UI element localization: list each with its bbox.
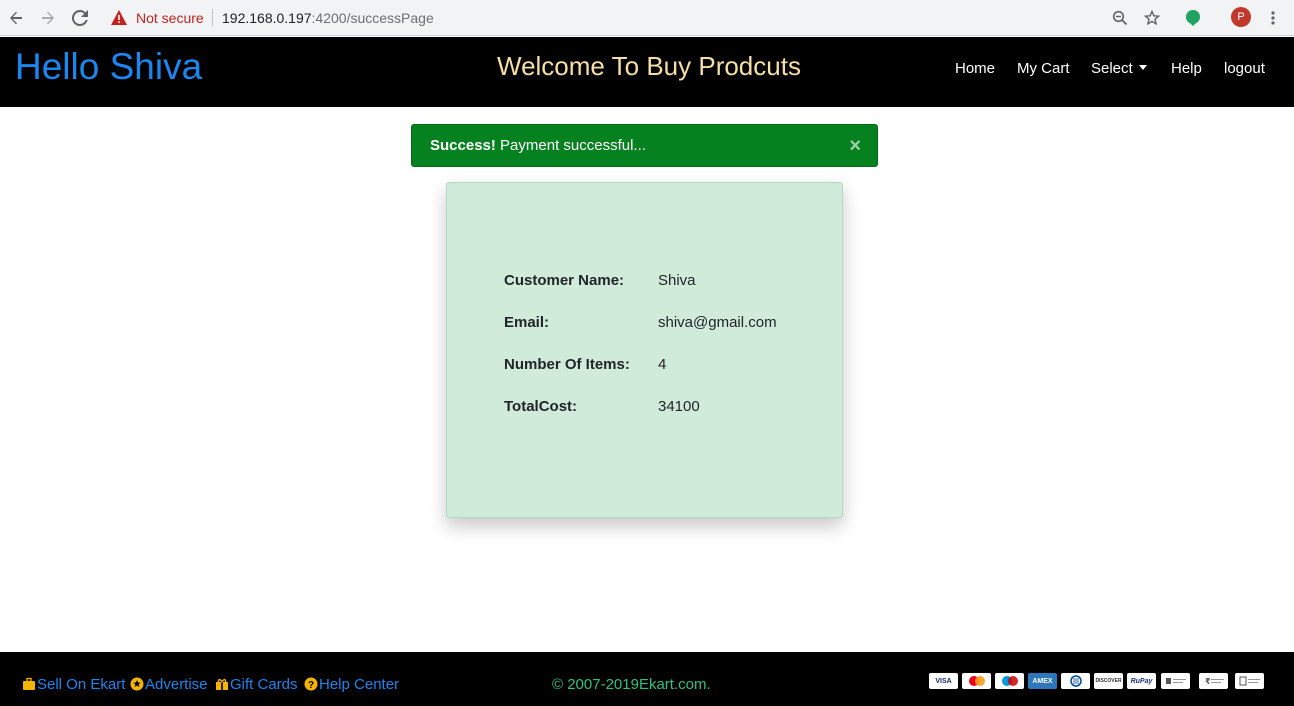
items-label: Number Of Items: (504, 356, 630, 373)
discover-card-icon: DISCOVER (1094, 673, 1123, 689)
address-bar[interactable]: 192.168.0.197:4200/successPage (222, 10, 434, 26)
url-host: 192.168.0.197 (222, 10, 312, 26)
alert-text: Payment successful... (500, 137, 646, 154)
caret-down-icon (1138, 65, 1147, 70)
url-path: :4200/successPage (311, 10, 434, 26)
profile-avatar[interactable]: P (1231, 7, 1251, 27)
email-value: shiva@gmail.com (658, 314, 777, 331)
svg-text:₹: ₹ (1205, 677, 1211, 686)
divider (212, 9, 213, 27)
footer-gift-label: Gift Cards (230, 676, 298, 693)
security-status[interactable]: Not secure (136, 10, 204, 26)
page-footer: Sell On Ekart Advertise Gift Cards ? Help… (0, 652, 1294, 706)
diners-club-icon (1061, 673, 1090, 689)
briefcase-icon (23, 677, 35, 690)
close-icon[interactable]: × (849, 135, 861, 158)
welcome-heading: Welcome To Buy Prodcuts (497, 51, 801, 81)
footer-help-label: Help Center (319, 676, 400, 693)
footer-sell-link[interactable]: Sell On Ekart (22, 676, 125, 693)
nav-logout[interactable]: logout (1224, 60, 1265, 77)
rupay-card-icon: RuPay (1127, 673, 1156, 689)
customer-name-value: Shiva (658, 272, 696, 289)
nav-my-cart[interactable]: My Cart (1017, 60, 1070, 77)
order-summary-card: Customer Name: Shiva Email: shiva@gmail.… (446, 182, 843, 518)
reload-icon[interactable] (70, 8, 90, 28)
svg-text:?: ? (308, 680, 314, 691)
nav-help[interactable]: Help (1171, 60, 1202, 77)
cash-on-delivery-icon: ₹ (1199, 673, 1228, 689)
alert-message: Success! Payment successful... (430, 137, 646, 154)
footer-sell-label: Sell On Ekart (37, 676, 126, 693)
nav-home[interactable]: Home (955, 60, 995, 77)
success-alert: Success! Payment successful... × (411, 124, 878, 167)
email-label: Email: (504, 314, 550, 331)
warning-icon (111, 10, 127, 30)
browser-toolbar: Not secure 192.168.0.197:4200/successPag… (0, 0, 1294, 36)
alert-strong: Success! (430, 137, 496, 154)
greeting-brand[interactable]: Hello Shiva (15, 46, 202, 88)
question-circle-icon: ? (304, 677, 318, 691)
net-banking-icon (1161, 673, 1190, 689)
copyright-text: © 2007-2019Ekart.com. (552, 676, 711, 693)
footer-advertise-label: Advertise (145, 676, 208, 693)
emi-options-icon (1235, 673, 1264, 689)
zoom-icon[interactable] (1110, 8, 1130, 28)
footer-gift-link[interactable]: Gift Cards (215, 676, 298, 693)
visa-card-icon: VISA (929, 673, 958, 689)
mastercard-icon (962, 673, 991, 689)
customer-name-label: Customer Name: (504, 272, 625, 289)
top-navbar: Hello Shiva Welcome To Buy Prodcuts Home… (0, 37, 1294, 107)
gift-icon (216, 679, 228, 690)
total-cost-label: TotalCost: (504, 398, 578, 415)
forward-arrow-icon[interactable] (38, 8, 58, 28)
menu-kebab-icon[interactable] (1263, 8, 1283, 28)
footer-help-link[interactable]: ? Help Center (304, 676, 399, 693)
star-badge-icon (130, 677, 144, 691)
back-arrow-icon[interactable] (6, 8, 26, 28)
total-cost-value: 34100 (658, 398, 700, 415)
nav-select-label: Select (1091, 60, 1133, 77)
items-value: 4 (658, 356, 667, 373)
amex-card-icon: AMEX (1028, 673, 1057, 689)
footer-advertise-link[interactable]: Advertise (130, 676, 208, 693)
extension-icon[interactable] (1186, 10, 1200, 26)
maestro-icon (995, 673, 1024, 689)
star-icon[interactable] (1142, 8, 1162, 28)
nav-select-dropdown[interactable]: Select (1091, 60, 1147, 77)
